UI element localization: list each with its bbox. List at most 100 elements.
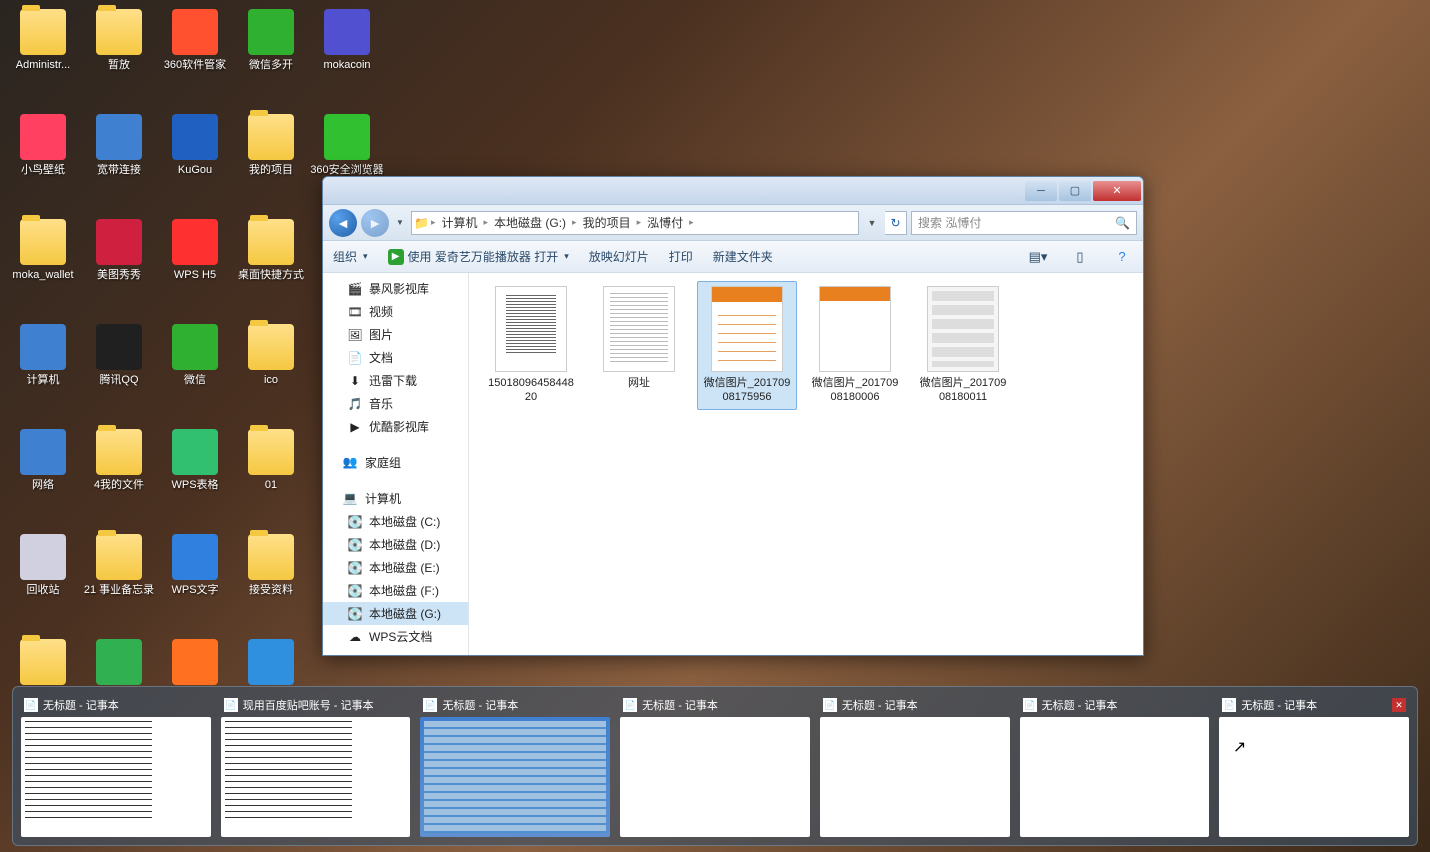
refresh-button[interactable]: ↻: [885, 211, 907, 235]
taskbar-preview[interactable]: 📄无标题 - 记事本: [418, 693, 612, 839]
taskbar-preview[interactable]: 📄无标题 - 记事本: [1018, 693, 1212, 839]
preview-thumbnail: [620, 717, 810, 837]
preview-thumbnail: [1219, 717, 1409, 837]
sidebar-library[interactable]: 🎵音乐: [323, 392, 468, 415]
sidebar-library[interactable]: 🖼图片: [323, 323, 468, 346]
chevron-right-icon: ▸: [429, 217, 438, 228]
desktop-icon[interactable]: 宽带连接: [81, 110, 157, 200]
sidebar-drive[interactable]: 💽本地磁盘 (D:): [323, 533, 468, 556]
desktop-icon[interactable]: WPS表格: [157, 425, 233, 515]
desktop-icon[interactable]: 网络: [5, 425, 81, 515]
sidebar-library[interactable]: ▶优酷影视库: [323, 415, 468, 438]
sidebar-drive[interactable]: ☁WPS云文档: [323, 625, 468, 648]
print-button[interactable]: 打印: [669, 248, 693, 265]
minimize-button[interactable]: ─: [1025, 181, 1057, 201]
desktop-icon[interactable]: 桌面快捷方式: [233, 215, 309, 305]
desktop-icon-label: mokacoin: [323, 59, 370, 72]
sidebar-drive[interactable]: 💽本地磁盘 (F:): [323, 579, 468, 602]
breadcrumb-segment[interactable]: 泓愽付: [643, 214, 687, 231]
desktop-icon[interactable]: 接受资料: [233, 530, 309, 620]
folder-icon: [248, 219, 294, 265]
desktop-icon[interactable]: KuGou: [157, 110, 233, 200]
app-icon: [172, 324, 218, 370]
preview-thumbnail: [1020, 717, 1210, 837]
file-item[interactable]: 微信图片_20170908180011: [913, 281, 1013, 410]
desktop-icon[interactable]: 微信多开: [233, 5, 309, 95]
breadcrumb-segment[interactable]: 我的项目: [579, 214, 635, 231]
drive-icon: 💽: [347, 583, 363, 599]
sidebar-library[interactable]: 📄文档: [323, 346, 468, 369]
desktop-icon[interactable]: WPS文字: [157, 530, 233, 620]
sidebar-library[interactable]: ⬇迅雷下载: [323, 369, 468, 392]
file-item[interactable]: 1501809645844820: [481, 281, 581, 410]
desktop-icon[interactable]: mokacoin: [309, 5, 385, 95]
app-icon: [172, 9, 218, 55]
nav-forward-button[interactable]: ►: [361, 209, 389, 237]
titlebar[interactable]: ─ ▢ ✕: [323, 177, 1143, 205]
file-item[interactable]: 微信图片_20170908180006: [805, 281, 905, 410]
nav-history-dropdown[interactable]: ▼: [393, 209, 407, 237]
sidebar-drive[interactable]: 💽本地磁盘 (G:): [323, 602, 468, 625]
taskbar-preview[interactable]: 📄现用百度贴吧账号 - 记事本: [219, 693, 413, 839]
desktop-icon[interactable]: 计算机: [5, 320, 81, 410]
desktop-icon[interactable]: 美图秀秀: [81, 215, 157, 305]
desktop-icon[interactable]: 小鸟壁纸: [5, 110, 81, 200]
desktop-icon[interactable]: WPS H5: [157, 215, 233, 305]
preview-title: 无标题 - 记事本: [1042, 697, 1118, 713]
desktop-icon[interactable]: 腾讯QQ: [81, 320, 157, 410]
desktop-icon[interactable]: 我的项目: [233, 110, 309, 200]
desktop-icon[interactable]: 9360软件管家: [157, 5, 233, 95]
preview-title-bar: 📄现用百度贴吧账号 - 记事本: [221, 695, 411, 715]
desktop-icon[interactable]: Administr...: [5, 5, 81, 95]
maximize-button[interactable]: ▢: [1059, 181, 1091, 201]
taskbar-preview[interactable]: 📄无标题 - 记事本✕: [1217, 693, 1411, 839]
breadcrumb-segment[interactable]: 本地磁盘 (G:): [490, 214, 570, 231]
view-options-button[interactable]: ▤▾: [1027, 246, 1049, 268]
sidebar-drive[interactable]: 💽本地磁盘 (C:): [323, 510, 468, 533]
search-placeholder: 搜索 泓愽付: [918, 214, 981, 231]
breadcrumb[interactable]: 📁 ▸计算机▸本地磁盘 (G:)▸我的项目▸泓愽付▸: [411, 211, 859, 235]
file-pane[interactable]: 1501809645844820 网址微信图片_20170908175956 微信图…: [469, 273, 1143, 655]
folder-icon: [20, 9, 66, 55]
nav-back-button[interactable]: ◄: [329, 209, 357, 237]
preview-close-button[interactable]: ✕: [1392, 698, 1406, 712]
new-folder-button[interactable]: 新建文件夹: [713, 248, 773, 265]
file-item[interactable]: 微信图片_20170908175956: [697, 281, 797, 410]
desktop-icon[interactable]: 微信: [157, 320, 233, 410]
desktop-icon[interactable]: 4我的文件: [81, 425, 157, 515]
sidebar-computer[interactable]: 💻计算机: [323, 486, 468, 510]
breadcrumb-segment[interactable]: 计算机: [437, 214, 481, 231]
desktop-icon[interactable]: 21 事业备忘录: [81, 530, 157, 620]
open-with-menu[interactable]: ▶使用 爱奇艺万能播放器 打开: [388, 248, 569, 265]
breadcrumb-dropdown[interactable]: ▼: [863, 218, 881, 228]
sidebar-library[interactable]: 🎬暴风影视库: [323, 277, 468, 300]
search-input[interactable]: 搜索 泓愽付 🔍: [911, 211, 1137, 235]
desktop-icon-label: 微信: [184, 374, 206, 387]
file-name: 微信图片_20170908180006: [810, 376, 900, 405]
organize-menu[interactable]: 组织: [333, 248, 368, 265]
file-thumbnail: [711, 286, 783, 372]
desktop-icon-label: 宽带连接: [97, 164, 141, 177]
taskbar-preview[interactable]: 📄无标题 - 记事本: [818, 693, 1012, 839]
desktop-icon[interactable]: 回收站: [5, 530, 81, 620]
desktop-icon-label: WPS文字: [171, 584, 218, 597]
close-button[interactable]: ✕: [1093, 181, 1141, 201]
sidebar-library[interactable]: 🎞视频: [323, 300, 468, 323]
file-name: 微信图片_20170908180011: [918, 376, 1008, 405]
preview-pane-button[interactable]: ▯: [1069, 246, 1091, 268]
notepad-icon: 📄: [623, 698, 637, 712]
desktop-icon[interactable]: 01: [233, 425, 309, 515]
help-button[interactable]: ?: [1111, 246, 1133, 268]
folder-icon: [96, 534, 142, 580]
desktop-icon[interactable]: moka_wallet: [5, 215, 81, 305]
file-item[interactable]: 网址: [589, 281, 689, 410]
folder-icon: [248, 114, 294, 160]
taskbar-preview[interactable]: 📄无标题 - 记事本: [19, 693, 213, 839]
slideshow-button[interactable]: 放映幻灯片: [589, 248, 649, 265]
desktop-icon[interactable]: 暂放: [81, 5, 157, 95]
taskbar-preview[interactable]: 📄无标题 - 记事本: [618, 693, 812, 839]
sidebar-homegroup[interactable]: 👥家庭组: [323, 450, 468, 474]
file-name: 1501809645844820: [486, 376, 576, 405]
desktop-icon[interactable]: ico: [233, 320, 309, 410]
sidebar-drive[interactable]: 💽本地磁盘 (E:): [323, 556, 468, 579]
